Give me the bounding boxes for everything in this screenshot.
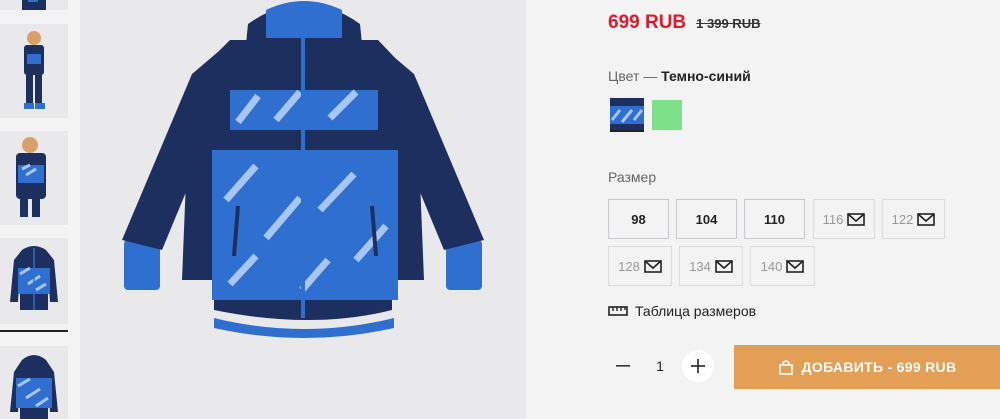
size-option-140[interactable]: 140 [750,246,815,286]
add-to-cart-label: ДОБАВИТЬ - 699 RUB [801,359,957,375]
size-option-104[interactable]: 104 [676,199,737,239]
size-option-label: 134 [689,258,711,274]
size-option-98[interactable]: 98 [608,199,669,239]
size-option-label: 104 [695,211,718,227]
envelope-icon [644,259,662,273]
jacket-illustration [122,1,484,338]
size-option-label: 116 [822,211,844,227]
quantity-value: 1 [656,358,664,374]
quantity-stepper: 1 [608,350,714,382]
ruler-icon [608,306,628,316]
quantity-increase-button[interactable] [682,350,714,382]
product-info-panel: 699 RUB 1 399 RUB Цвет — Темно-синий Раз… [526,0,1000,419]
size-option-128[interactable]: 128 [608,246,672,286]
current-price: 699 RUB [608,12,687,33]
size-table-link-label: Таблица размеров [635,303,757,319]
envelope-icon [715,259,733,273]
thumbnail-strip [0,0,80,419]
swatch-selected-indicator [610,130,644,132]
color-label-text: Цвет — [608,68,662,84]
envelope-icon [847,212,866,226]
product-page: 699 RUB 1 399 RUB Цвет — Темно-синий Раз… [0,0,1000,419]
size-option-label: 110 [764,211,785,227]
color-swatch-green[interactable] [650,98,684,132]
size-option-label: 122 [891,211,914,227]
old-price: 1 399 RUB [696,16,761,31]
size-option-122[interactable]: 122 [882,199,945,239]
quantity-decrease-button[interactable] [608,351,638,381]
size-option-label: 128 [618,258,640,274]
thumbnail-4[interactable] [0,346,68,419]
main-product-image[interactable] [80,0,526,419]
size-label: Размер [608,169,657,185]
thumbnail-2[interactable] [0,131,68,225]
size-option-134[interactable]: 134 [679,246,743,286]
thumbnail-3[interactable] [0,238,68,324]
size-option-116[interactable]: 116 [813,199,875,239]
size-option-label: 98 [631,211,646,227]
color-label: Цвет — Темно-синий [608,68,751,84]
add-to-cart-button[interactable]: ДОБАВИТЬ - 699 RUB [734,345,1000,389]
size-option-110[interactable]: 110 [744,199,805,239]
size-option-label: 140 [760,258,783,274]
envelope-icon [917,212,936,226]
thumbnail-0[interactable] [0,0,68,10]
navy-pattern-swatch-icon [610,98,644,132]
color-value: Темно-синий [661,68,751,84]
lock-bag-icon [778,360,793,375]
price-row: 699 RUB 1 399 RUB [608,12,760,34]
size-table-link[interactable]: Таблица размеров [608,303,756,319]
thumbnail-active-indicator [0,330,68,332]
minus-icon [616,365,630,367]
plus-icon [691,359,705,373]
envelope-icon [786,259,805,273]
color-swatch-navy[interactable] [610,98,644,132]
thumbnail-1[interactable] [0,24,68,118]
